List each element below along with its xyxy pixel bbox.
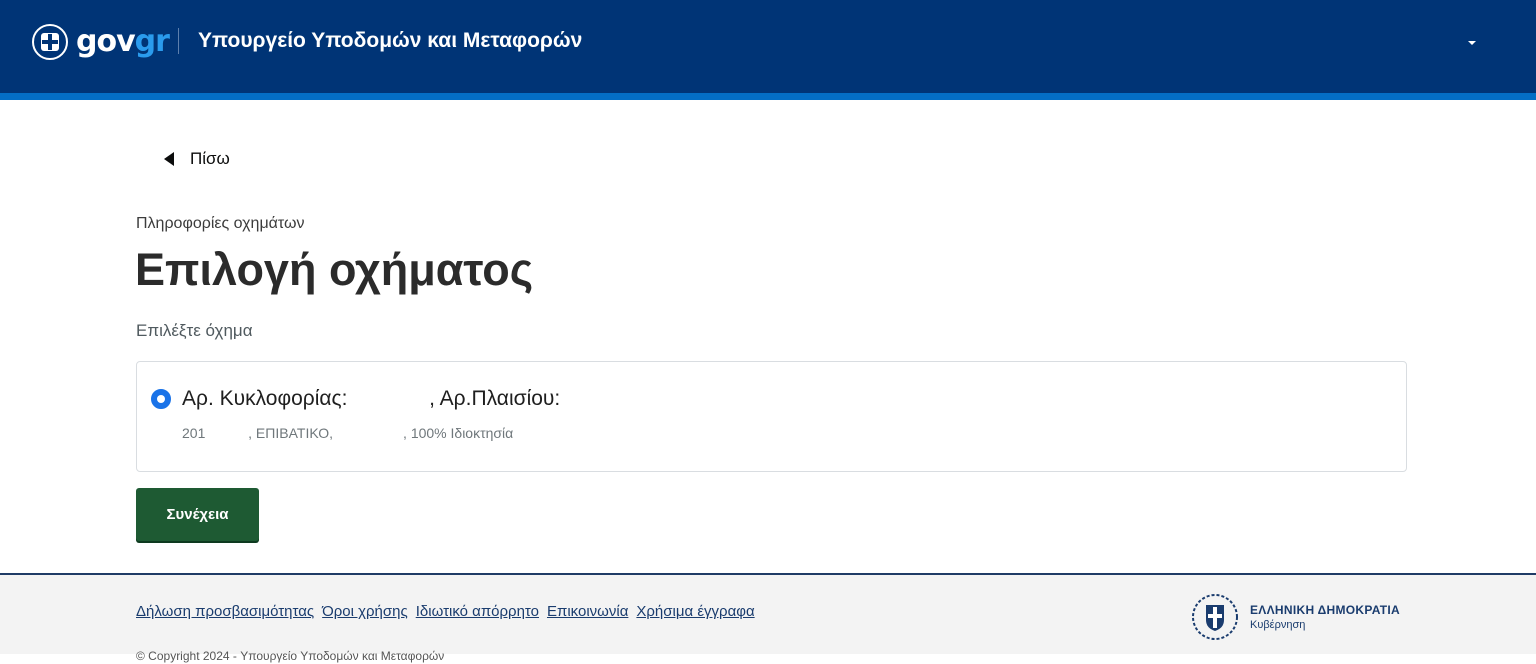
footer-link-contact[interactable]: Επικοινωνία <box>547 602 628 622</box>
site-footer: Δήλωση προσβασιμότητας Όροι χρήσης Ιδιωτ… <box>0 573 1536 663</box>
footer-link-terms[interactable]: Όροι χρήσης <box>322 602 408 622</box>
footer-links: Δήλωση προσβασιμότητας Όροι χρήσης Ιδιωτ… <box>136 602 755 622</box>
vehicle-option-card[interactable]: Αρ. Κυκλοφορίας: , Αρ.Πλαισίου: 201 , ΕΠ… <box>136 361 1407 472</box>
site-header: govgr Υπουργείο Υποδομών και Μεταφορών <box>0 0 1536 93</box>
caret-left-icon <box>164 152 174 166</box>
page-title: Επιλογή οχήματος <box>135 244 534 295</box>
footer-link-documents[interactable]: Χρήσιμα έγγραφα <box>636 602 754 622</box>
vehicle-radio[interactable] <box>151 389 171 409</box>
gov-text: ΕΛΛΗΝΙΚΗ ΔΗΜΟΚΡΑΤΙΑ Κυβέρνηση <box>1250 603 1400 632</box>
page-caption: Πληροφορίες οχημάτων <box>136 215 305 232</box>
logo-gr: gr <box>134 24 170 59</box>
vehicle-option-details: 201 , ΕΠΙΒΑΤΙΚΟ, , 100% Ιδιοκτησία <box>182 425 514 441</box>
header-divider <box>178 28 179 54</box>
greek-coat-of-arms-icon <box>1192 594 1238 640</box>
govgr-logo[interactable]: govgr <box>32 24 170 60</box>
copyright: © Copyright 2024 - Υπουργείο Υποδομών κα… <box>136 649 445 663</box>
vehicle-legend: Επιλέξτε όχημα <box>136 321 253 340</box>
ministry-name: Υπουργείο Υποδομών και Μεταφορών <box>198 29 583 52</box>
user-menu[interactable] <box>1372 34 1476 52</box>
vehicle-option-title: Αρ. Κυκλοφορίας: , Αρ.Πλαισίου: <box>182 387 561 410</box>
caret-down-icon <box>1468 41 1476 45</box>
logo-text: govgr <box>76 24 170 59</box>
back-label: Πίσω <box>190 149 230 168</box>
greek-emblem-icon <box>32 24 68 60</box>
hellenic-republic-logo[interactable]: ΕΛΛΗΝΙΚΗ ΔΗΜΟΚΡΑΤΙΑ Κυβέρνηση <box>1190 592 1400 642</box>
gov-sub: Κυβέρνηση <box>1250 618 1306 631</box>
footer-link-privacy[interactable]: Ιδιωτικό απόρρητο <box>416 602 539 622</box>
logo-gov: gov <box>76 24 136 59</box>
header-stripe <box>0 93 1536 100</box>
gov-name: ΕΛΛΗΝΙΚΗ ΔΗΜΟΚΡΑΤΙΑ <box>1250 602 1400 617</box>
footer-link-accessibility[interactable]: Δήλωση προσβασιμότητας <box>136 602 314 622</box>
continue-button[interactable]: Συνέχεια <box>136 488 259 541</box>
back-link[interactable]: Πίσω <box>164 148 230 170</box>
